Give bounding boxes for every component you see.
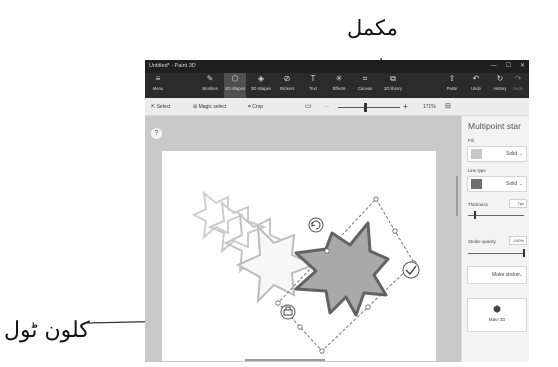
tool-stickers[interactable]: ⊘ Stickers — [276, 73, 298, 98]
comment-icon[interactable]: ▭ — [305, 98, 312, 116]
undo-button[interactable]: ↶ Undo — [465, 73, 487, 98]
panel-title: Multipoint star — [468, 121, 521, 131]
multipoint-star — [294, 221, 390, 317]
menu-icon: ≡ — [155, 74, 161, 83]
canvas-icon: ⌗ — [362, 74, 368, 83]
opacity-slider[interactable] — [468, 253, 524, 254]
zoom-out-button[interactable]: — — [324, 98, 329, 116]
thickness-slider[interactable] — [468, 215, 524, 216]
window-title: Untitled* - Paint 3D — [149, 63, 196, 69]
annotation-clone-tool: کلون ٹول — [4, 318, 90, 343]
annotation-complete: مکمل — [347, 16, 398, 40]
opacity-label: Stroke opacity — [468, 239, 496, 244]
rotate-handle-icon — [308, 217, 324, 233]
line-type-label: Line type — [468, 168, 486, 173]
magic-select-button[interactable]: ⊞ Magic select — [193, 98, 226, 116]
tool-3d-library[interactable]: ⧉ 3D library — [380, 73, 406, 98]
opacity-slider-thumb[interactable] — [523, 249, 525, 257]
fill-label: Fill — [468, 138, 474, 143]
3d-shapes-icon: ◈ — [257, 74, 265, 83]
close-button[interactable]: ✕ — [520, 60, 525, 73]
line-color-swatch[interactable] — [471, 179, 482, 189]
secondary-toolbar: ⇱ Select ⊞ Magic select ⌗ Crop ▭ — + 171… — [145, 98, 529, 116]
zoom-slider-track[interactable] — [338, 107, 400, 108]
maximize-button[interactable]: ☐ — [506, 60, 511, 73]
properties-panel: Multipoint star Fill Solid ⌄ Line type S… — [461, 116, 529, 362]
thickness-slider-thumb[interactable] — [474, 211, 476, 219]
tool-effects[interactable]: ✳ Effects — [328, 73, 350, 98]
zoom-level: 171% — [423, 104, 436, 110]
minimize-button[interactable]: — — [491, 60, 497, 73]
help-button[interactable]: ? — [151, 128, 162, 139]
3d-library-icon: ⧉ — [390, 74, 396, 83]
sticker-icon: ⊘ — [283, 74, 291, 83]
horizontal-scrollbar[interactable] — [245, 359, 325, 361]
menu-button[interactable]: ≡ Menu — [147, 73, 169, 98]
zoom-in-button[interactable]: + — [403, 98, 408, 116]
title-bar: Untitled* - Paint 3D — ☐ ✕ — [145, 60, 529, 73]
thickness-input[interactable]: 7px — [509, 199, 527, 208]
chevron-down-icon: ⌄ — [518, 272, 523, 278]
tool-text[interactable]: T Text — [302, 73, 324, 98]
zoom-slider-thumb[interactable] — [364, 103, 367, 112]
2d-shapes-icon: ⬡ — [231, 74, 239, 83]
line-type-dropdown[interactable]: Solid ⌄ — [467, 176, 527, 192]
tool-brushes[interactable]: ✎ Brushes — [199, 73, 221, 98]
workspace: ? — [145, 116, 461, 362]
ribbon: ≡ Menu ✎ Brushes ⬡ 2D shapes ◈ 3D shapes… — [145, 73, 529, 98]
effects-icon: ✳ — [335, 74, 343, 83]
vertical-scrollbar[interactable] — [456, 176, 458, 216]
crop-button[interactable]: ⌗ Crop — [248, 98, 263, 116]
drawing-canvas[interactable] — [162, 151, 436, 361]
text-icon: T — [310, 74, 316, 83]
make-sticker-button[interactable]: Make sticker ⌄ — [467, 266, 527, 284]
fill-dropdown[interactable]: Solid ⌄ — [467, 146, 527, 162]
fit-view-icon[interactable]: ⊟ — [445, 98, 451, 116]
chevron-down-icon: ⌄ — [518, 181, 523, 187]
brush-icon: ✎ — [206, 74, 214, 83]
chevron-down-icon: ⌄ — [518, 151, 523, 157]
paint3d-window: Untitled* - Paint 3D — ☐ ✕ ≡ Menu ✎ Brus… — [145, 60, 529, 362]
redo-button[interactable]: ↷ Redo — [507, 73, 529, 98]
undo-icon: ↶ — [472, 74, 480, 83]
tool-canvas[interactable]: ⌗ Canvas — [354, 73, 376, 98]
make-3d-button[interactable]: ⬢ Make 3D — [467, 298, 527, 332]
paste-button[interactable]: ⇪ Paste — [441, 73, 463, 98]
paste-icon: ⇪ — [448, 74, 456, 83]
fill-color-swatch[interactable] — [471, 149, 482, 159]
thickness-label: Thickness — [468, 202, 488, 207]
cube-icon: ⬢ — [493, 304, 501, 314]
opacity-input[interactable]: 100% — [509, 236, 527, 245]
tool-2d-shapes[interactable]: ⬡ 2D shapes — [224, 73, 246, 98]
select-button[interactable]: ⇱ Select — [151, 98, 171, 116]
clone-tool-icon — [280, 304, 296, 320]
redo-icon: ↷ — [514, 74, 522, 83]
complete-checkmark-icon — [402, 261, 420, 279]
tool-3d-shapes[interactable]: ◈ 3D shapes — [250, 73, 272, 98]
